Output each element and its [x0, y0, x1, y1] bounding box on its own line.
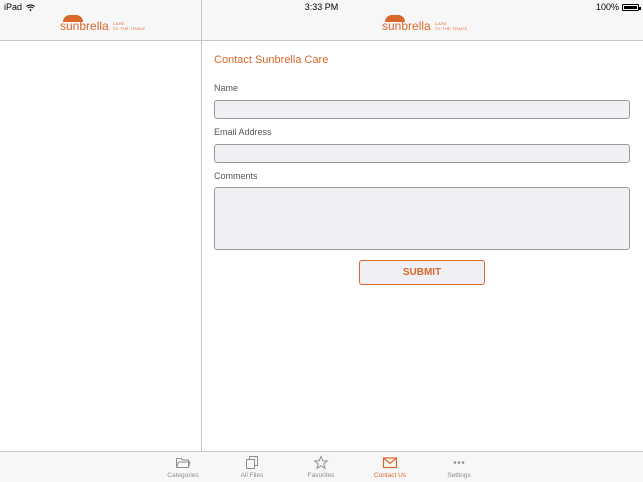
- tab-label: All Files: [240, 472, 264, 479]
- battery-percent: 100%: [595, 2, 619, 12]
- tab-categories[interactable]: Categories: [153, 455, 213, 479]
- sunbrella-logo: sunbrella CARE TO THE TRADE: [60, 15, 146, 33]
- tab-label: Categories: [167, 472, 199, 479]
- email-label: Email Address: [214, 127, 272, 137]
- tab-label: Contact Us: [373, 472, 407, 479]
- master-nav-bar: sunbrella CARE TO THE TRADE: [0, 14, 201, 41]
- logo-tagline: CARE TO THE TRADE: [435, 21, 468, 33]
- battery-icon: [622, 3, 641, 11]
- logo-tagline: CARE TO THE TRADE: [113, 21, 146, 33]
- logo-arc-icon: [63, 15, 83, 22]
- more-icon: [453, 461, 465, 464]
- star-icon: [313, 455, 329, 470]
- tab-label: Favorites: [307, 472, 335, 479]
- name-label: Name: [214, 83, 239, 93]
- logo-tagline-2: TO THE TRADE: [434, 26, 468, 31]
- contact-form: Contact Sunbrella Care Name Email Addres…: [202, 41, 643, 451]
- tab-contact-us[interactable]: Contact Us: [360, 455, 420, 479]
- logo-tagline-2: TO THE TRADE: [112, 26, 146, 31]
- page-title: Contact Sunbrella Care: [214, 54, 329, 66]
- email-field[interactable]: [214, 144, 630, 163]
- tab-settings[interactable]: Settings: [429, 455, 489, 479]
- status-right: 100%: [595, 2, 641, 12]
- comments-field[interactable]: [214, 187, 630, 250]
- files-icon: [246, 456, 258, 469]
- tab-bar: Categories All Files Favorites Contact U…: [0, 451, 643, 482]
- folder-icon: [176, 458, 191, 468]
- envelope-icon: [382, 457, 398, 469]
- master-pane: [0, 41, 201, 451]
- detail-nav-bar: sunbrella CARE TO THE TRADE: [202, 14, 643, 41]
- status-bar: iPad 3:33 PM 100%: [0, 0, 643, 14]
- status-time: 3:33 PM: [304, 2, 339, 12]
- tab-label: Settings: [447, 472, 471, 479]
- tab-favorites[interactable]: Favorites: [291, 455, 351, 479]
- submit-button[interactable]: SUBMIT: [359, 260, 485, 285]
- sunbrella-logo: sunbrella CARE TO THE TRADE: [382, 15, 468, 33]
- logo-arc-icon: [385, 15, 405, 22]
- tab-all-files[interactable]: All Files: [222, 455, 282, 479]
- comments-label: Comments: [214, 171, 258, 181]
- name-field[interactable]: [214, 100, 630, 119]
